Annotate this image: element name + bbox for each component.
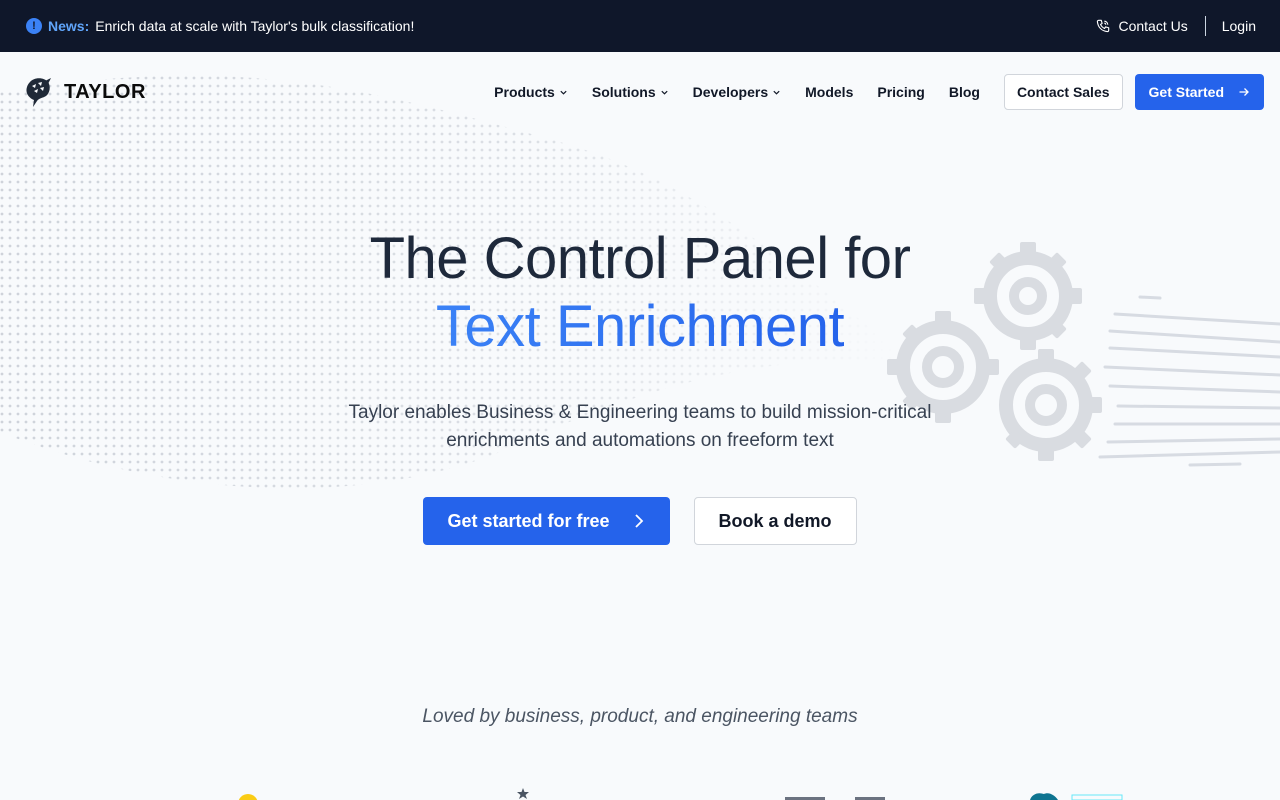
nav-item-blog[interactable]: Blog	[949, 84, 980, 100]
contact-us-label: Contact Us	[1118, 18, 1188, 34]
nav-item-pricing[interactable]: Pricing	[877, 84, 924, 100]
announcement-bar: ! News: Enrich data at scale with Taylor…	[0, 0, 1280, 52]
nav-item-label: Products	[494, 84, 555, 100]
get-started-free-label: Get started for free	[447, 510, 610, 531]
dolphin-logo-icon	[24, 76, 52, 108]
chevron-right-icon	[632, 513, 646, 529]
nav-item-products[interactable]: Products	[494, 84, 568, 100]
customer-logo-2	[517, 788, 529, 799]
contact-us-link[interactable]: Contact Us	[1096, 18, 1204, 34]
chevron-down-icon	[559, 88, 568, 97]
main-nav: TAYLOR Products Solutions Developers Mod…	[0, 52, 1280, 132]
customer-logos	[0, 786, 1280, 800]
nav-item-label: Developers	[692, 84, 769, 100]
nav-item-solutions[interactable]: Solutions	[592, 84, 669, 100]
arrow-right-icon	[1238, 86, 1250, 98]
news-text: Enrich data at scale with Taylor's bulk …	[95, 18, 415, 34]
customer-logo-3	[785, 797, 885, 800]
topbar-actions: Contact Us Login	[1096, 16, 1256, 36]
chevron-down-icon	[772, 88, 781, 97]
social-proof-tagline: Loved by business, product, and engineer…	[422, 706, 858, 727]
get-started-label: Get Started	[1148, 84, 1224, 100]
contact-sales-button[interactable]: Contact Sales	[1003, 74, 1123, 110]
phone-icon	[1096, 19, 1110, 33]
info-circle-icon: !	[26, 18, 42, 34]
nav-links: Products Solutions Developers Models Pri…	[482, 74, 1264, 110]
hero-title-line1: The Control Panel for	[369, 226, 911, 291]
brand-name: TAYLOR	[64, 80, 146, 103]
hero-section: The Control Panel for Text Enrichment Ta…	[0, 225, 1280, 545]
login-link[interactable]: Login	[1206, 18, 1256, 34]
news-label: News:	[48, 18, 90, 34]
news-banner[interactable]: ! News: Enrich data at scale with Taylor…	[26, 18, 414, 34]
hero-cta-group: Get started for free Book a demo	[0, 497, 1280, 545]
hero-title-highlight: Text Enrichment	[435, 294, 845, 359]
customer-logo-4	[1030, 793, 1123, 800]
get-started-free-button[interactable]: Get started for free	[423, 497, 670, 545]
hero-title: The Control Panel for Text Enrichment	[0, 225, 1280, 361]
nav-item-models[interactable]: Models	[805, 84, 853, 100]
book-demo-button[interactable]: Book a demo	[693, 497, 857, 545]
nav-item-developers[interactable]: Developers	[693, 84, 781, 100]
nav-item-label: Solutions	[591, 84, 656, 100]
hero-subtitle: Taylor enables Business & Engineering te…	[348, 402, 932, 451]
brand-home-link[interactable]: TAYLOR	[24, 76, 146, 108]
customer-logo-1	[238, 794, 258, 800]
chevron-down-icon	[660, 88, 669, 97]
get-started-button[interactable]: Get Started	[1134, 74, 1264, 110]
